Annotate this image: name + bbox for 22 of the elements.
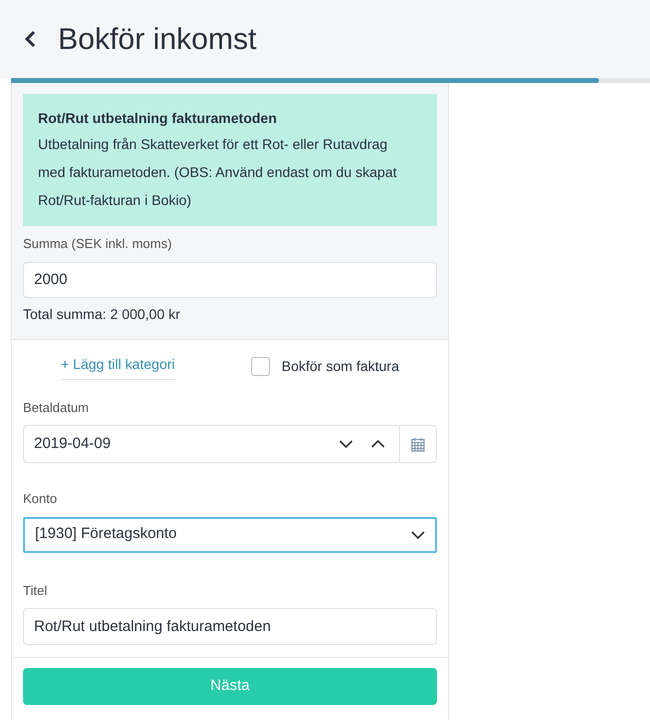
add-category-link[interactable]: + Lägg till kategori [60, 354, 175, 380]
calendar-icon[interactable] [411, 436, 425, 452]
title-field[interactable]: Rot/Rut utbetalning fakturametoden [23, 608, 437, 645]
chevron-down-icon [411, 530, 425, 538]
info-title: Rot/Rut utbetalning fakturametoden [38, 109, 278, 128]
account-select[interactable]: [1930] Företagskonto [23, 516, 437, 552]
amount-field[interactable]: 2000 [23, 262, 437, 298]
chevron-down-icon [339, 440, 353, 448]
field-label: Betaldatum [23, 398, 90, 416]
field-label: Titel [23, 582, 48, 600]
info-text: Utbetalning från Skatteverket för ett Rot- eller Rutavdrag med fakturametoden. (OBS: Använd endast om du skapat Rot/Rut-fakturan i Bokio) [38, 135, 398, 210]
checkbox[interactable] [250, 357, 270, 376]
back-icon[interactable] [24, 30, 36, 48]
total-amount: Total summa: 2 000,00 kr [23, 304, 182, 324]
date-value: 2019-04-09 [33, 434, 112, 454]
page-title: Bokför inkomst [58, 22, 256, 58]
chevron-up-icon [371, 440, 385, 448]
checkbox-label: Bokför som faktura [282, 357, 400, 376]
account-value: [1930] Företagskonto [35, 524, 178, 544]
field-label: Summa (SEK inkl. moms) [23, 235, 173, 253]
date-field[interactable]: 2019-04-09 [23, 425, 437, 463]
field-label: Konto [23, 490, 58, 508]
